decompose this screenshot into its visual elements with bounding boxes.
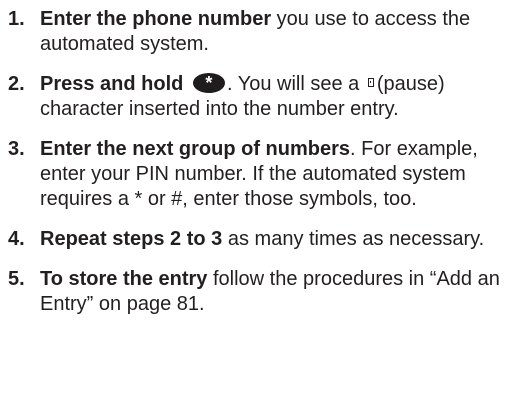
step-number: 2.	[8, 73, 25, 95]
asterisk-key-icon	[192, 72, 225, 94]
step-text: as many times as necessary.	[222, 228, 485, 250]
step-item: 3. Enter the next group of numbers. For e…	[8, 137, 523, 212]
step-text: . You will see a	[226, 73, 360, 95]
step-action: Enter the phone number	[40, 8, 272, 30]
step-number: 4.	[8, 228, 25, 250]
step-item: 5. To store the entry follow the procedur…	[8, 267, 523, 317]
step-action: Repeat steps 2 to 3	[40, 228, 223, 250]
instruction-steps: 1. Enter the phone number you use to acce…	[8, 7, 523, 332]
step-item: 2.Press and hold . You will see a (pause…	[8, 72, 523, 122]
step-action: Enter the next group of numbers	[40, 138, 351, 160]
pause-character-icon	[367, 78, 374, 87]
step-number: 1.	[8, 8, 25, 30]
step-action: To store the entry	[40, 268, 208, 290]
step-action: Press and hold	[40, 73, 184, 95]
step-item: 4. Repeat steps 2 to 3 as many times as n…	[8, 227, 523, 252]
step-item: 1. Enter the phone number you use to acce…	[8, 7, 523, 57]
step-number: 5.	[8, 268, 25, 290]
step-number: 3.	[8, 138, 25, 160]
